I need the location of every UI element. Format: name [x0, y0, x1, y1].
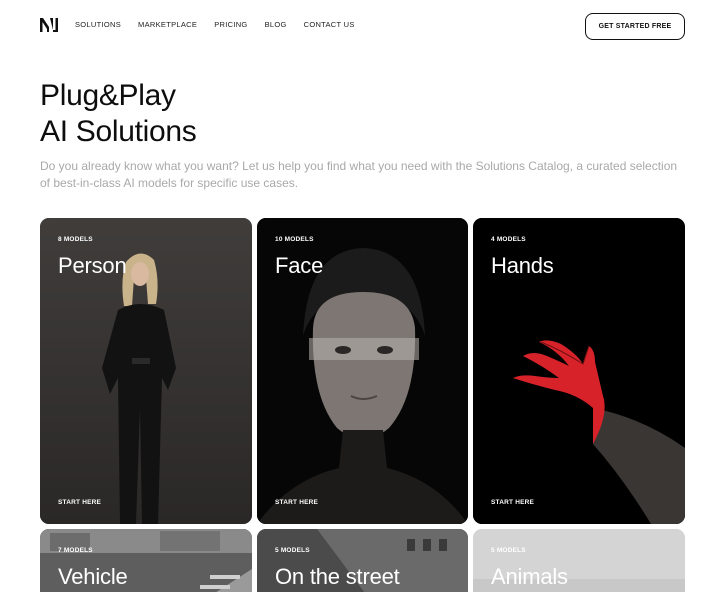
solution-card-hands[interactable]: 4 MODELS Hands START HERE	[473, 218, 685, 524]
solution-card-person[interactable]: 8 MODELS Person START HERE	[40, 218, 252, 524]
page-title: Plug&Play AI Solutions	[40, 78, 197, 150]
card-model-count: 8 MODELS	[58, 236, 93, 243]
card-model-count: 5 MODELS	[275, 547, 310, 554]
get-started-button[interactable]: GET STARTED FREE	[585, 13, 685, 40]
page-title-line-1: Plug&Play	[40, 79, 176, 112]
card-title: Vehicle	[58, 564, 128, 589]
card-model-count: 4 MODELS	[491, 236, 526, 243]
card-title: Animals	[491, 564, 568, 589]
nav-link-blog[interactable]: BLOG	[265, 20, 287, 29]
card-model-count: 10 MODELS	[275, 236, 314, 243]
card-title: On the street	[275, 564, 400, 589]
solution-card-vehicle[interactable]: 7 MODELS Vehicle	[40, 529, 252, 592]
card-title: Person	[58, 253, 127, 278]
nav-link-contact-us[interactable]: CONTACT US	[304, 20, 355, 29]
nav-link-marketplace[interactable]: MARKETPLACE	[138, 20, 197, 29]
card-model-count: 5 MODELS	[491, 547, 526, 554]
solution-card-animals[interactable]: 5 MODELS Animals	[473, 529, 685, 592]
nav-link-pricing[interactable]: PRICING	[214, 20, 247, 29]
top-navigation: SOLUTIONS MARKETPLACE PRICING BLOG CONTA…	[0, 0, 720, 52]
card-title: Hands	[491, 253, 554, 278]
nav-link-solutions[interactable]: SOLUTIONS	[75, 20, 121, 29]
page-subtitle: Do you already know what you want? Let u…	[40, 159, 678, 190]
nav-links: SOLUTIONS MARKETPLACE PRICING BLOG CONTA…	[75, 20, 372, 29]
solution-card-face[interactable]: 10 MODELS Face START HERE	[257, 218, 468, 524]
page-title-line-2: AI Solutions	[40, 115, 197, 148]
solution-card-on-the-street[interactable]: 5 MODELS On the street	[257, 529, 468, 592]
logo-icon[interactable]	[40, 17, 58, 33]
card-title: Face	[275, 253, 324, 278]
card-model-count: 7 MODELS	[58, 547, 93, 554]
start-here-link[interactable]: START HERE	[58, 499, 101, 506]
start-here-link[interactable]: START HERE	[275, 499, 318, 506]
start-here-link[interactable]: START HERE	[491, 499, 534, 506]
